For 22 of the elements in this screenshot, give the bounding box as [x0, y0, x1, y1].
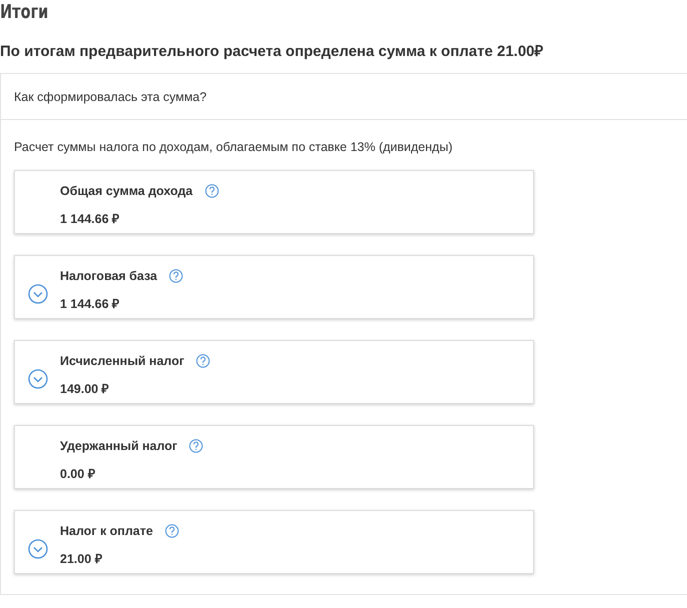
section-title: Расчет суммы налога по доходам, облагаемым по ставке 13% (дивиденды) — [14, 140, 452, 154]
expand-icon[interactable] — [28, 284, 48, 304]
card-label: Налоговая база — [60, 269, 158, 283]
card-value: 149.00 ₽ — [60, 381, 110, 397]
expand-icon[interactable] — [28, 539, 48, 559]
help-icon[interactable] — [189, 439, 204, 453]
card-label: Исчисленный налог — [60, 354, 184, 368]
help-icon[interactable] — [169, 269, 184, 283]
card-value: 1 144.66 ₽ — [60, 211, 120, 227]
help-icon[interactable] — [164, 524, 179, 538]
summary-text: По итогам предварительного расчета определена сумма к оплате 21.00₽ — [0, 42, 544, 60]
help-icon[interactable] — [196, 354, 210, 368]
page-title: Итоги — [0, 0, 48, 25]
card-value: 1 144.66 ₽ — [60, 296, 120, 312]
card-value: 0.00 ₽ — [60, 466, 96, 482]
card-label: Налог к оплате — [60, 524, 153, 538]
card-value: 21.00 ₽ — [60, 551, 103, 567]
question-header[interactable]: Как сформировалась эта сумма? — [1, 74, 687, 120]
help-icon[interactable] — [204, 184, 219, 198]
expand-icon[interactable] — [28, 369, 48, 389]
card-label: Удержанный налог — [60, 439, 178, 453]
card-label: Общая сумма дохода — [60, 184, 193, 198]
